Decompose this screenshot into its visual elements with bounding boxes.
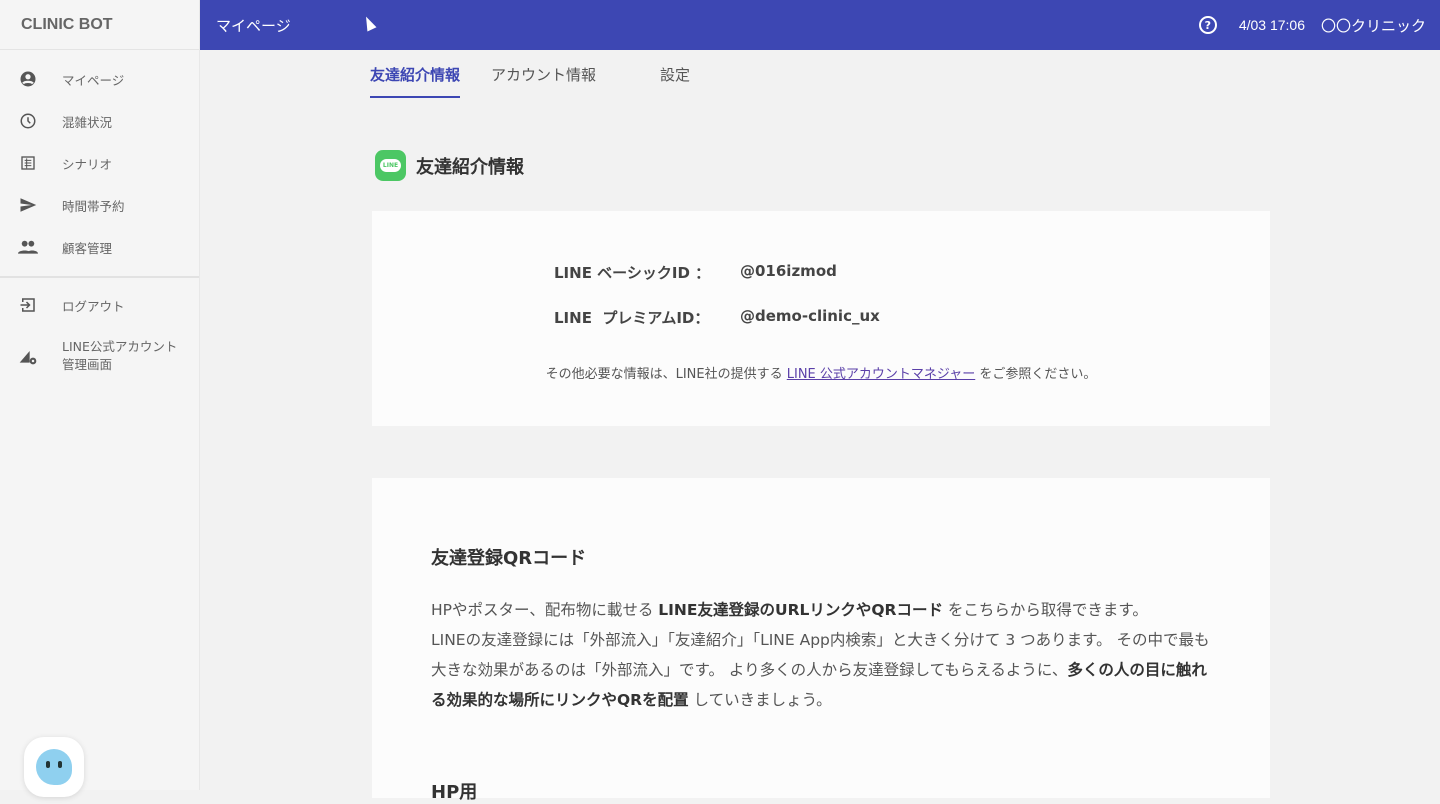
people-icon xyxy=(18,237,38,257)
basic-id-value: @016izmod xyxy=(740,262,837,280)
sidebar-item-mypage[interactable]: マイページ xyxy=(0,58,199,100)
tab-friend-referral[interactable]: 友達紹介情報 xyxy=(370,50,461,98)
premium-id-label: LINE プレミアムID： xyxy=(554,309,710,327)
basic-id-row: LINE ベーシックID ： @016izmod xyxy=(554,262,837,283)
hp-subtitle: HP用 xyxy=(431,782,478,803)
sidebar-item-logout[interactable]: ログアウト xyxy=(0,284,199,326)
sidebar-item-label: LINE公式アカウント xyxy=(62,339,178,354)
list-icon xyxy=(18,153,38,173)
line-manager-link[interactable]: LINE 公式アカウントマネジャー xyxy=(787,367,976,382)
clock-icon xyxy=(18,111,38,131)
premium-id-row: LINE プレミアムID： @demo-clinic_ux xyxy=(554,307,880,328)
qr-card: 友達登録QRコード HPやポスター、配布物に載せる LINE友達登録のURLリン… xyxy=(372,478,1270,803)
section-heading: LINE 友達紹介情報 xyxy=(375,150,524,181)
sidebar-item-label: ログアウト xyxy=(62,298,125,314)
info-note: その他必要な情報は、LINE社の提供する LINE 公式アカウントマネジャー を… xyxy=(545,367,1097,382)
sidebar: CLINIC BOT マイページ 混雑状況 シナリオ 時間帯予約 顧客管理 ログ… xyxy=(0,0,200,790)
logout-icon xyxy=(18,295,38,315)
chatbot-mascot-icon xyxy=(36,749,72,785)
tab-settings[interactable]: 設定 xyxy=(660,50,690,98)
sidebar-item-label: マイページ xyxy=(62,72,125,88)
app-logo: CLINIC BOT xyxy=(0,0,199,50)
top-bar: マイページ ? 4/03 17:06 〇〇クリニック xyxy=(200,0,1440,50)
datetime: 4/03 17:06 xyxy=(1238,17,1305,33)
help-icon[interactable]: ? xyxy=(1198,16,1217,34)
account-circle-icon xyxy=(18,69,38,89)
tab-bar: 友達紹介情報 アカウント情報 設定 xyxy=(370,50,721,98)
chatbot-launcher[interactable] xyxy=(24,737,84,797)
sidebar-item-label: 管理画面 xyxy=(62,357,113,372)
line-id-card: LINE ベーシックID ： @016izmod LINE プレミアムID： @… xyxy=(372,211,1270,426)
sidebar-item-label: シナリオ xyxy=(62,156,113,172)
sidebar-item-time-reservation[interactable]: 時間帯予約 xyxy=(0,184,199,226)
premium-id-value: @demo-clinic_ux xyxy=(740,307,880,325)
sidebar-item-label: 混雑状況 xyxy=(62,114,113,130)
tab-account-info[interactable]: アカウント情報 xyxy=(491,50,596,98)
sidebar-item-label: 顧客管理 xyxy=(62,240,113,256)
basic-id-label: LINE ベーシックID ： xyxy=(554,264,711,282)
admin-settings-icon xyxy=(18,346,38,366)
sidebar-item-line-admin[interactable]: LINE公式アカウント 管理画面 xyxy=(0,326,199,386)
divider xyxy=(0,276,199,278)
send-icon xyxy=(18,195,38,215)
sidebar-item-label: 時間帯予約 xyxy=(62,198,125,214)
sidebar-item-scenario[interactable]: シナリオ xyxy=(0,142,199,184)
sidebar-item-customers[interactable]: 顧客管理 xyxy=(0,226,199,268)
qr-title: 友達登録QRコード xyxy=(431,548,587,569)
clinic-name[interactable]: 〇〇クリニック xyxy=(1321,15,1426,36)
sidebar-item-congestion[interactable]: 混雑状況 xyxy=(0,100,199,142)
qr-description: HPやポスター、配布物に載せる LINE友達登録のURLリンクやQRコード をこ… xyxy=(431,601,1210,709)
line-logo-icon: LINE xyxy=(375,150,406,181)
section-title: 友達紹介情報 xyxy=(416,156,524,178)
